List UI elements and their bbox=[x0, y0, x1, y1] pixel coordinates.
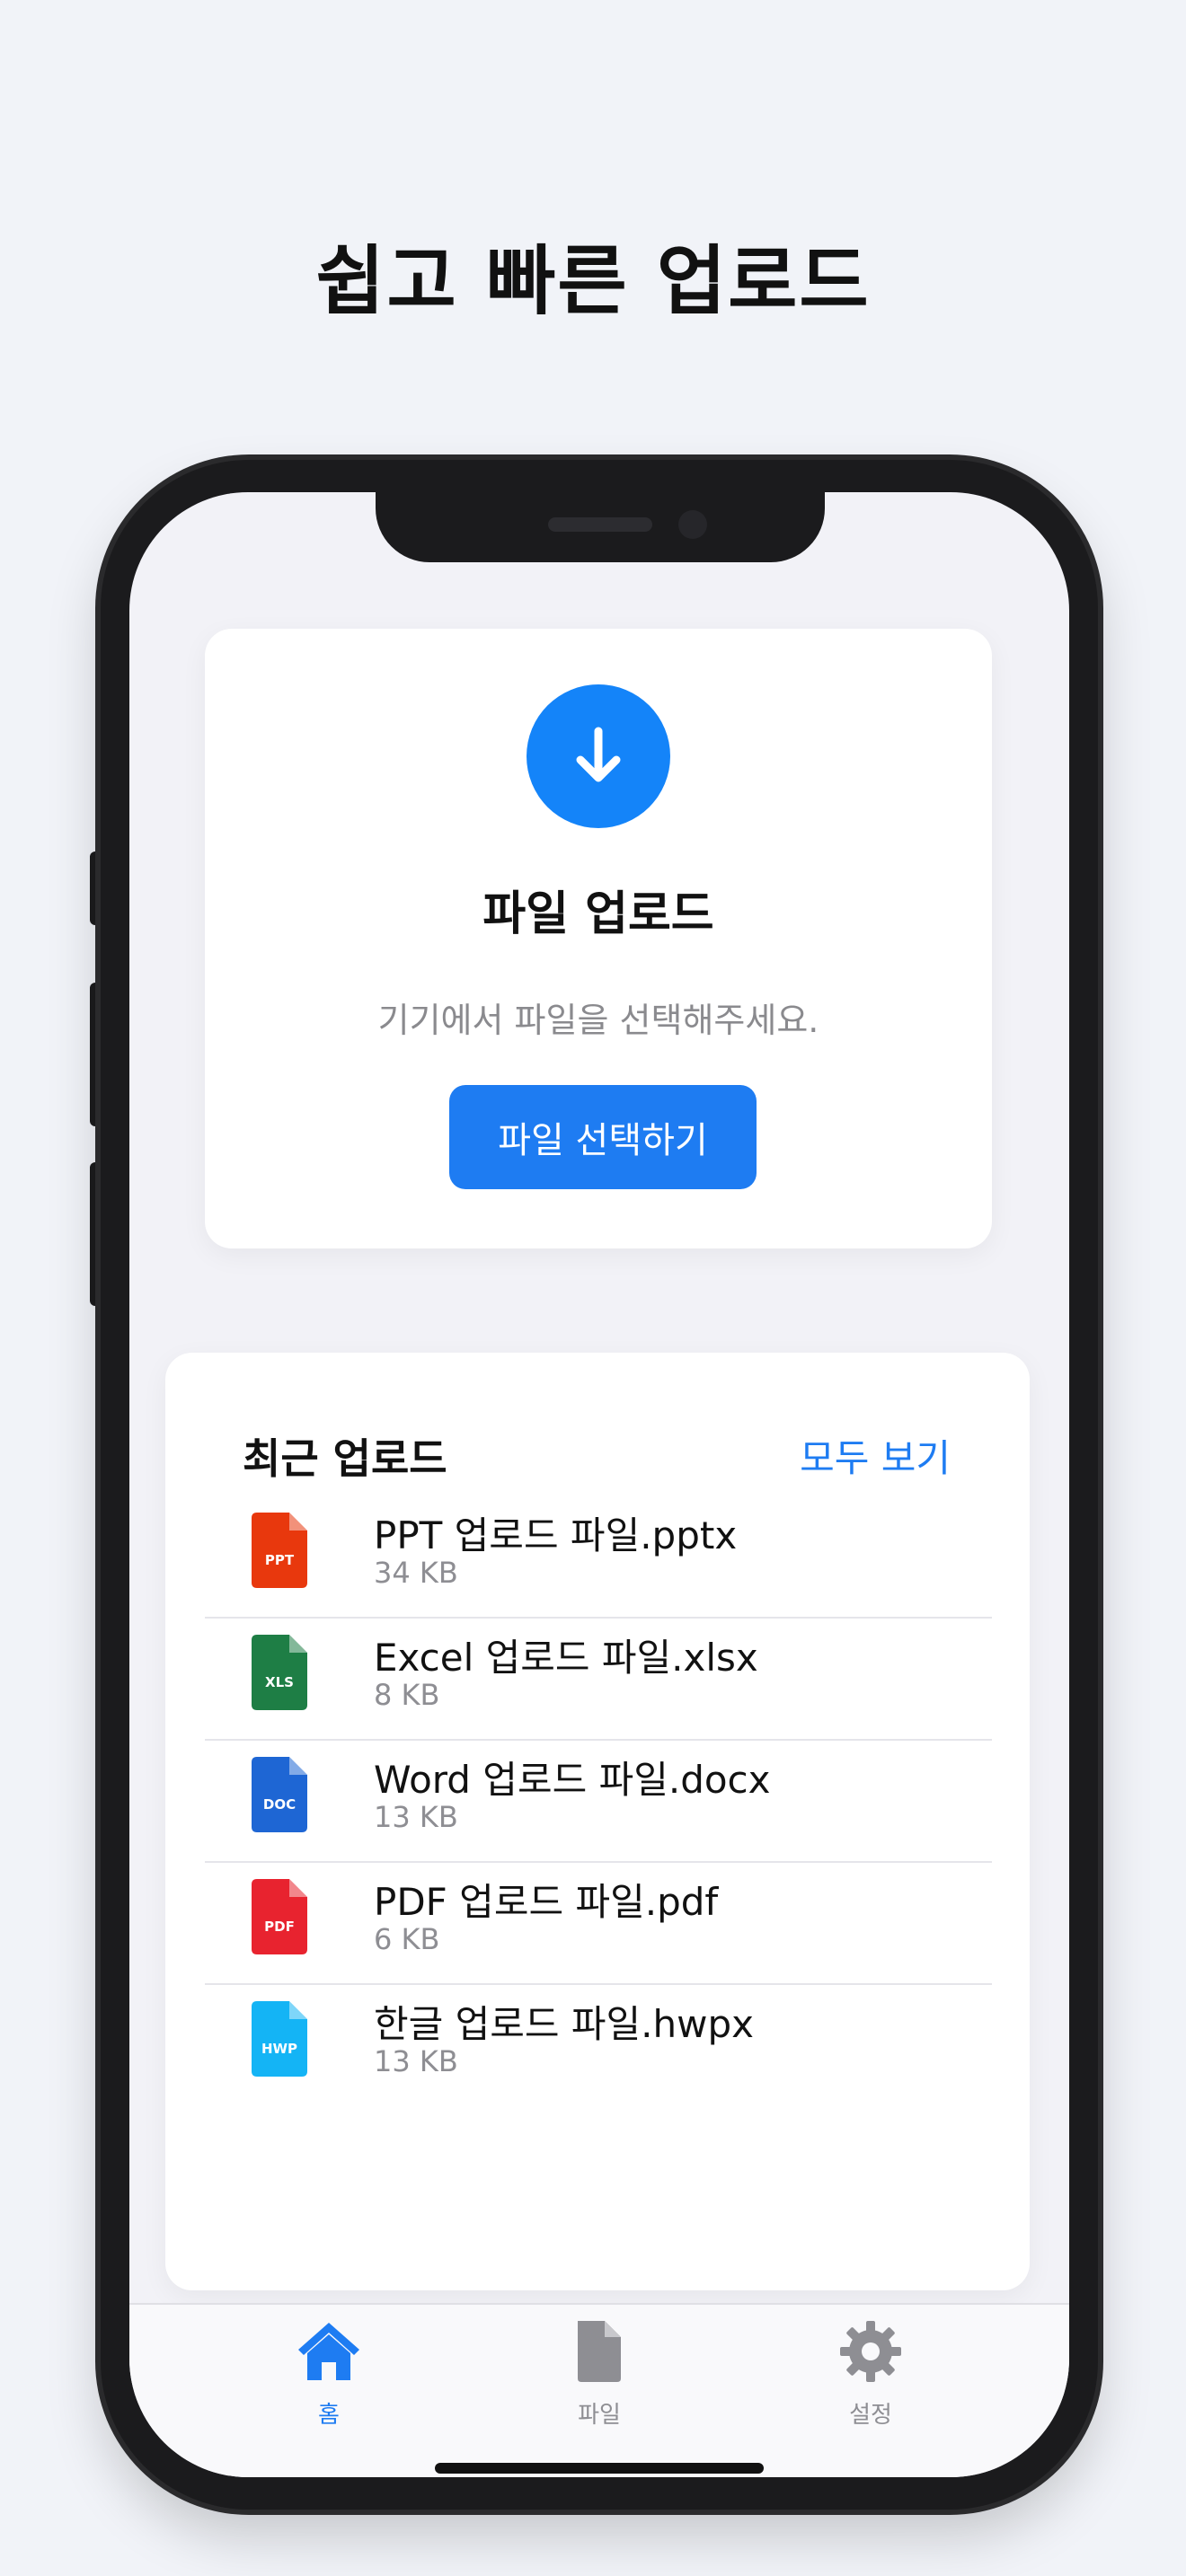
svg-text:PDF: PDF bbox=[264, 1919, 295, 1935]
headline: 쉽고 빠른 업로드 bbox=[315, 237, 871, 325]
svg-text:HWP: HWP bbox=[261, 2041, 297, 2057]
file-row-hwpx[interactable]: HWP 한글 업로드 파일.hwpx 13 KB bbox=[205, 1985, 992, 2105]
select-file-button[interactable]: 파일 선택하기 bbox=[449, 1085, 757, 1189]
download-arrow-icon[interactable] bbox=[527, 684, 670, 828]
hwpx-file-icon: HWP bbox=[252, 2001, 307, 2077]
recent-uploads-title: 최근 업로드 bbox=[243, 1434, 447, 1483]
house-icon bbox=[298, 2323, 359, 2380]
file-list: PPT PPT 업로드 파일.pptx 34 KB XLS Excel 업로드 … bbox=[205, 1496, 992, 2105]
recent-uploads-card: 최근 업로드 모두 보기 PPT PPT 업로드 파일.pptx 34 KB X… bbox=[165, 1353, 1030, 2290]
file-size: 34 KB bbox=[374, 1556, 458, 1590]
docx-file-icon: DOC bbox=[252, 1757, 307, 1832]
file-size: 13 KB bbox=[374, 2044, 458, 2078]
svg-text:XLS: XLS bbox=[265, 1674, 294, 1690]
file-size: 8 KB bbox=[374, 1678, 440, 1712]
tab-bar: 홈 파일 설정 bbox=[129, 2303, 1069, 2477]
upload-description: 기기에서 파일을 선택해주세요. bbox=[377, 1001, 819, 1040]
file-name: PDF 업로드 파일.pdf bbox=[374, 1880, 719, 1924]
tab-home[interactable]: 홈 bbox=[239, 2317, 419, 2434]
phone-notch bbox=[376, 460, 825, 562]
phone-speaker bbox=[548, 517, 652, 532]
tab-settings[interactable]: 설정 bbox=[781, 2317, 960, 2434]
upload-card: 파일 업로드 기기에서 파일을 선택해주세요. 파일 선택하기 bbox=[205, 629, 992, 1248]
upload-title: 파일 업로드 bbox=[482, 887, 714, 941]
arrow-down-icon bbox=[576, 727, 621, 782]
xlsx-file-icon: XLS bbox=[252, 1635, 307, 1710]
file-name: PPT 업로드 파일.pptx bbox=[374, 1513, 738, 1557]
file-row-pdf[interactable]: PDF PDF 업로드 파일.pdf 6 KB bbox=[205, 1863, 992, 1985]
file-row-xlsx[interactable]: XLS Excel 업로드 파일.xlsx 8 KB bbox=[205, 1619, 992, 1741]
tab-files-label: 파일 bbox=[578, 2402, 621, 2429]
gear-icon bbox=[840, 2321, 901, 2382]
file-size: 13 KB bbox=[374, 1800, 458, 1834]
tab-settings-label: 설정 bbox=[849, 2402, 892, 2429]
home-indicator bbox=[435, 2463, 764, 2474]
file-row-docx[interactable]: DOC Word 업로드 파일.docx 13 KB bbox=[205, 1741, 992, 1863]
tab-files[interactable]: 파일 bbox=[509, 2317, 689, 2434]
tab-home-label: 홈 bbox=[318, 2402, 340, 2429]
pdf-file-icon: PDF bbox=[252, 1879, 307, 1954]
file-name: 한글 업로드 파일.hwpx bbox=[374, 2002, 755, 2046]
pptx-file-icon: PPT bbox=[252, 1513, 307, 1588]
svg-text:DOC: DOC bbox=[263, 1796, 296, 1813]
file-name: Excel 업로드 파일.xlsx bbox=[374, 1636, 758, 1680]
svg-text:PPT: PPT bbox=[265, 1552, 295, 1568]
view-all-link[interactable]: 모두 보기 bbox=[800, 1428, 951, 1483]
front-camera bbox=[678, 510, 707, 539]
file-name: Word 업로드 파일.docx bbox=[374, 1758, 771, 1802]
phone-screen: 파일 업로드 기기에서 파일을 선택해주세요. 파일 선택하기 최근 업로드 모… bbox=[129, 492, 1069, 2477]
file-row-pptx[interactable]: PPT PPT 업로드 파일.pptx 34 KB bbox=[205, 1496, 992, 1619]
document-icon bbox=[578, 2321, 621, 2382]
file-size: 6 KB bbox=[374, 1922, 440, 1956]
